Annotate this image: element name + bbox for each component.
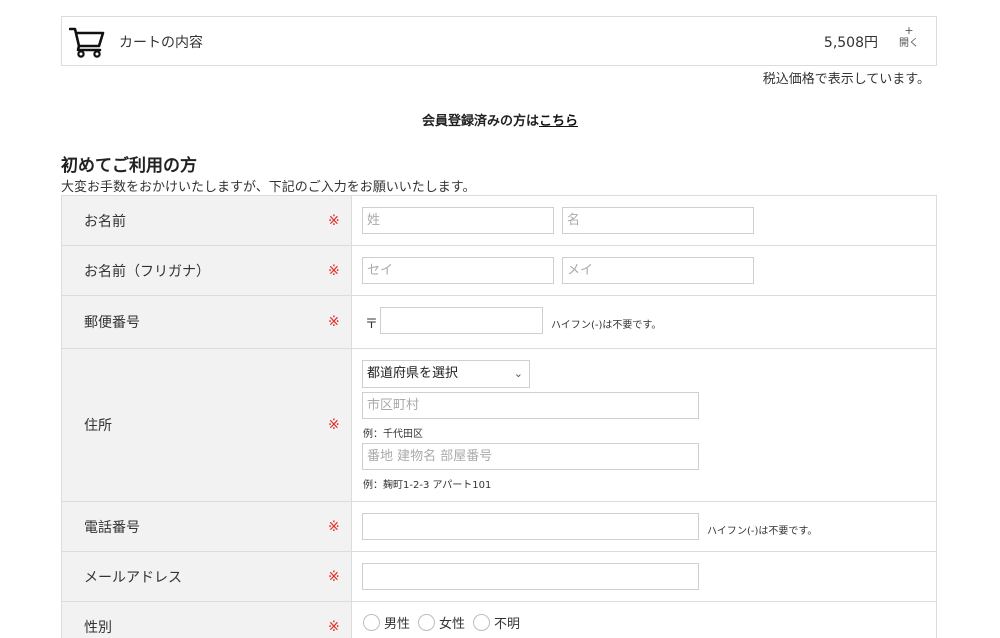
member-login-link[interactable]: こちら bbox=[539, 114, 578, 129]
last-name-input[interactable]: 姓 bbox=[362, 207, 554, 234]
name-label: お名前 bbox=[84, 213, 126, 230]
gender-option-label: 女性 bbox=[439, 617, 466, 632]
gender-label: 性別 bbox=[84, 619, 112, 636]
registration-form: お名前 ※ 姓 名 お名前（フリガナ） ※ セイ メイ 郵便番号 ※ 〒 ハイフ… bbox=[61, 195, 937, 638]
required-mark: ※ bbox=[328, 568, 340, 585]
first-name-input[interactable]: 名 bbox=[562, 207, 754, 234]
postal-label: 郵便番号 bbox=[84, 315, 140, 331]
cart-summary-bar: カートの内容 5,508円 + 開く bbox=[61, 16, 937, 66]
radio-button[interactable] bbox=[363, 614, 380, 631]
email-label: メールアドレス bbox=[84, 569, 182, 586]
city-input[interactable]: 市区町村 bbox=[362, 392, 699, 419]
cart-expand-toggle[interactable]: + 開く bbox=[896, 25, 922, 51]
cart-expand-label: 開く bbox=[899, 38, 919, 49]
city-hint: 例：千代田区 bbox=[363, 429, 423, 440]
required-mark: ※ bbox=[328, 518, 340, 535]
prefecture-select-value: 都道府県を選択 bbox=[367, 366, 459, 381]
form-row-kana: お名前（フリガナ） ※ セイ メイ bbox=[61, 246, 937, 296]
street-hint: 例：麹町1-2-3 アパート101 bbox=[363, 480, 492, 491]
section-title: 初めてご利用の方 bbox=[61, 156, 197, 176]
cart-total: 5,508円 bbox=[823, 35, 878, 51]
address-label: 住所 bbox=[84, 418, 112, 434]
postal-mark-icon: 〒 bbox=[365, 317, 379, 332]
shopping-cart-icon bbox=[69, 27, 105, 58]
gender-option-female[interactable]: 女性 bbox=[418, 613, 465, 632]
form-row-email: メールアドレス ※ bbox=[61, 552, 937, 602]
required-mark: ※ bbox=[328, 212, 340, 229]
prefecture-select[interactable]: 都道府県を選択 ⌄ bbox=[362, 360, 530, 388]
phone-hint: ハイフン(-)は不要です。 bbox=[707, 526, 818, 537]
required-mark: ※ bbox=[328, 417, 340, 433]
first-name-kana-input[interactable]: メイ bbox=[562, 257, 754, 284]
form-row-phone: 電話番号 ※ ハイフン(-)は不要です。 bbox=[61, 502, 937, 552]
gender-option-male[interactable]: 男性 bbox=[363, 613, 410, 632]
kana-label: お名前（フリガナ） bbox=[84, 263, 210, 280]
gender-option-unknown[interactable]: 不明 bbox=[473, 613, 520, 632]
phone-label: 電話番号 bbox=[84, 519, 140, 536]
gender-radio-group: 男性 女性 不明 bbox=[363, 613, 528, 632]
plus-icon: + bbox=[904, 24, 914, 37]
cart-label: カートの内容 bbox=[119, 35, 203, 51]
last-name-kana-input[interactable]: セイ bbox=[362, 257, 554, 284]
form-row-postal: 郵便番号 ※ 〒 ハイフン(-)は不要です。 bbox=[61, 296, 937, 349]
required-mark: ※ bbox=[328, 314, 340, 330]
tax-note: 税込価格で表示しています。 bbox=[762, 72, 930, 87]
phone-input[interactable] bbox=[362, 513, 699, 540]
email-input[interactable] bbox=[362, 563, 699, 590]
postal-hint: ハイフン(-)は不要です。 bbox=[551, 320, 662, 331]
required-mark: ※ bbox=[328, 618, 340, 635]
gender-option-label: 男性 bbox=[384, 617, 411, 632]
radio-button[interactable] bbox=[418, 614, 436, 631]
form-row-address: 住所 ※ 都道府県を選択 ⌄ 市区町村 例：千代田区 番地 建物名 部屋番号 例… bbox=[61, 349, 937, 502]
required-mark: ※ bbox=[328, 262, 340, 279]
gender-option-label: 不明 bbox=[494, 617, 521, 632]
section-description: 大変お手数をおかけいたしますが、下記のご入力をお願いいたします。 bbox=[61, 180, 476, 195]
form-row-name: お名前 ※ 姓 名 bbox=[61, 196, 937, 246]
member-login-text: 会員登録済みの方は bbox=[421, 114, 539, 129]
form-row-gender: 性別 ※ 男性 女性 不明 bbox=[61, 602, 937, 638]
member-login-prompt: 会員登録済みの方はこちら bbox=[0, 110, 1000, 129]
radio-button[interactable] bbox=[473, 614, 491, 631]
chevron-down-icon: ⌄ bbox=[513, 367, 523, 380]
street-input[interactable]: 番地 建物名 部屋番号 bbox=[362, 443, 699, 470]
postal-code-input[interactable] bbox=[380, 307, 543, 334]
